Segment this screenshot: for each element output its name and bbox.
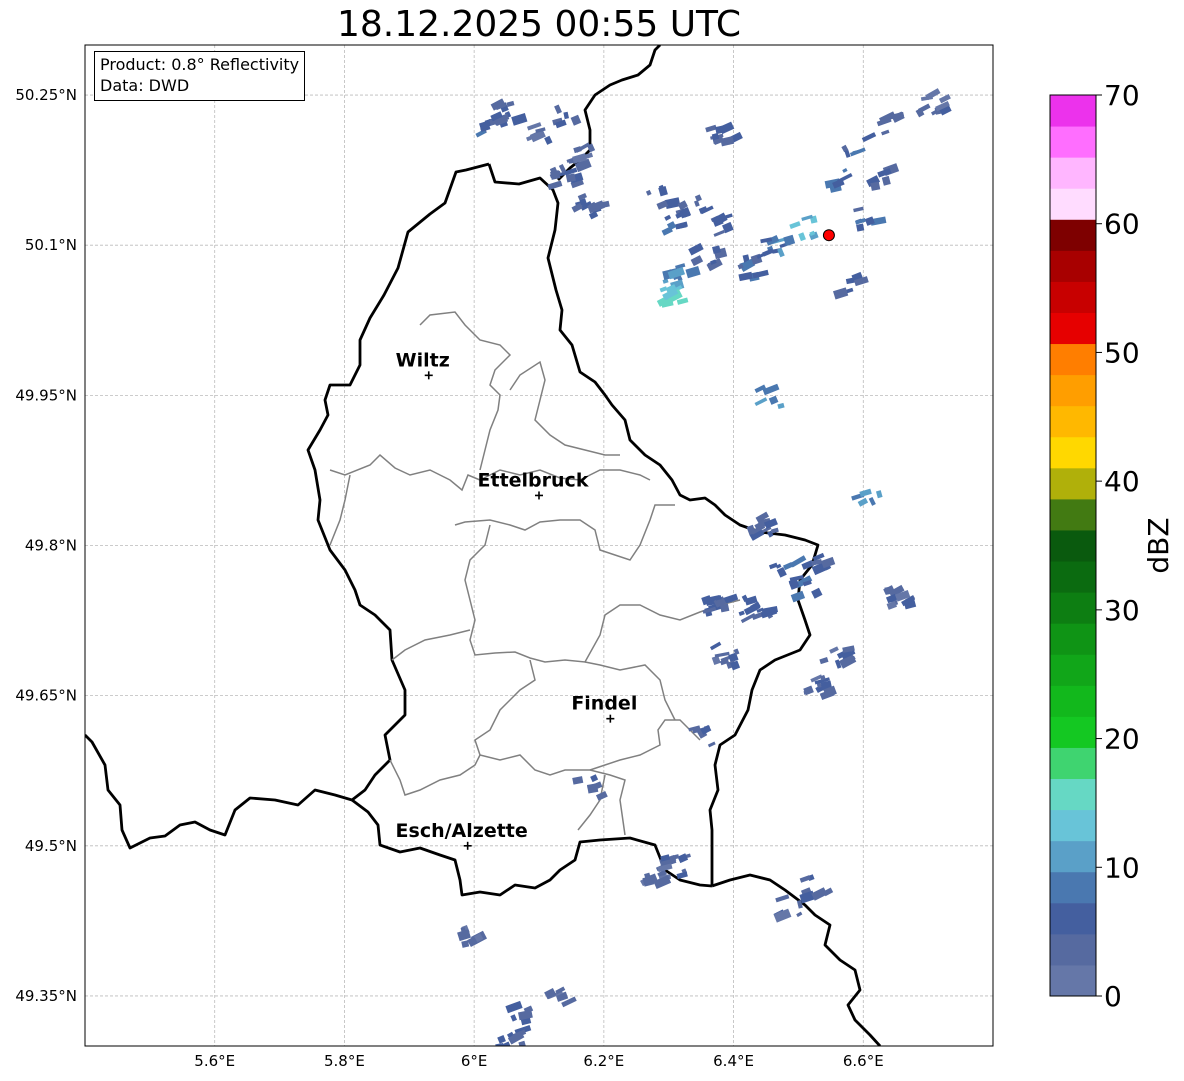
colorbar-segment xyxy=(1050,933,1096,966)
radar-site-marker xyxy=(822,229,835,242)
colorbar-segment xyxy=(1050,343,1096,376)
colorbar-tick-label: 70 xyxy=(1104,79,1140,112)
colorbar-segment xyxy=(1050,188,1096,220)
colorbar-segment xyxy=(1050,840,1096,873)
colorbar-segment xyxy=(1050,436,1096,469)
colorbar-segment xyxy=(1050,964,1096,997)
colorbar-tick-label: 10 xyxy=(1104,851,1140,884)
map-title: 18.12.2025 00:55 UTC xyxy=(336,4,742,45)
radar-echo-pixel xyxy=(884,586,893,595)
colorbar-segment xyxy=(1050,529,1096,562)
city-label: Wiltz xyxy=(396,349,450,371)
product-label: Product: 0.8° Reflectivity xyxy=(100,55,300,74)
lat-tick-label: 49.8°N xyxy=(25,537,77,555)
colorbar-segment xyxy=(1050,467,1096,500)
colorbar-segment xyxy=(1050,250,1096,282)
colorbar-segment xyxy=(1050,778,1096,811)
colorbar-segment xyxy=(1050,157,1096,189)
colorbar: 0 10 20 30 40 50 60 70 dBZ xyxy=(1049,79,1175,1013)
colorbar-segment xyxy=(1050,405,1096,438)
colorbar-tick-label: 50 xyxy=(1104,336,1140,369)
radar-echo-pixel xyxy=(870,181,881,191)
colorbar-segment xyxy=(1050,685,1096,717)
colorbar-segment xyxy=(1050,809,1096,842)
colorbar-tick-label: 0 xyxy=(1104,980,1122,1013)
lon-tick-label: 5.8°E xyxy=(324,1052,365,1070)
colorbar-segment xyxy=(1050,592,1096,624)
radar-site xyxy=(822,229,835,242)
radar-echo-pixel xyxy=(715,125,724,135)
colorbar-segment xyxy=(1050,654,1096,686)
colorbar-segment xyxy=(1050,747,1096,780)
info-box: Product: 0.8° Reflectivity Data: DWD xyxy=(94,51,306,101)
colorbar-segment xyxy=(1050,716,1096,748)
colorbar-segment xyxy=(1050,95,1096,127)
colorbar-segment xyxy=(1050,623,1096,655)
lat-tick-label: 49.35°N xyxy=(15,987,77,1005)
lat-tick-label: 49.95°N xyxy=(15,386,77,404)
colorbar-segment xyxy=(1050,498,1096,531)
data-source-label: Data: DWD xyxy=(100,76,190,95)
colorbar-segment xyxy=(1050,312,1096,345)
colorbar-tick-label: 20 xyxy=(1104,723,1140,756)
colorbar-tick-label: 40 xyxy=(1104,465,1140,498)
colorbar-tick-label: 60 xyxy=(1104,208,1140,241)
colorbar-segment xyxy=(1050,902,1096,935)
lat-tick-label: 49.65°N xyxy=(15,687,77,705)
colorbar-tick-label: 30 xyxy=(1104,594,1140,627)
lat-tick-label: 49.5°N xyxy=(25,837,77,855)
city-label: Ettelbruck xyxy=(478,469,589,491)
colorbar-segment xyxy=(1050,281,1096,313)
colorbar-segment xyxy=(1050,871,1096,904)
lon-tick-label: 6.6°E xyxy=(843,1052,884,1070)
lon-tick-label: 6.4°E xyxy=(713,1052,754,1070)
colorbar-segment xyxy=(1050,219,1096,251)
colorbar-segment xyxy=(1050,126,1096,158)
city-label: Findel xyxy=(571,693,637,715)
lon-tick-label: 5.6°E xyxy=(194,1052,235,1070)
city-label: Esch/Alzette xyxy=(396,820,528,842)
lon-tick-label: 6°E xyxy=(461,1052,488,1070)
radar-echo-pixel xyxy=(856,223,865,232)
colorbar-segment xyxy=(1050,374,1096,407)
colorbar-label: dBZ xyxy=(1142,517,1175,573)
lat-tick-label: 50.1°N xyxy=(25,236,77,254)
radar-map: Wiltz Ettelbruck Findel Esch/Alzette 5.6°E 5… xyxy=(15,44,1175,1070)
lat-tick-label: 50.25°N xyxy=(15,86,77,104)
lon-tick-label: 6.2°E xyxy=(583,1052,624,1070)
colorbar-segment xyxy=(1050,561,1096,593)
